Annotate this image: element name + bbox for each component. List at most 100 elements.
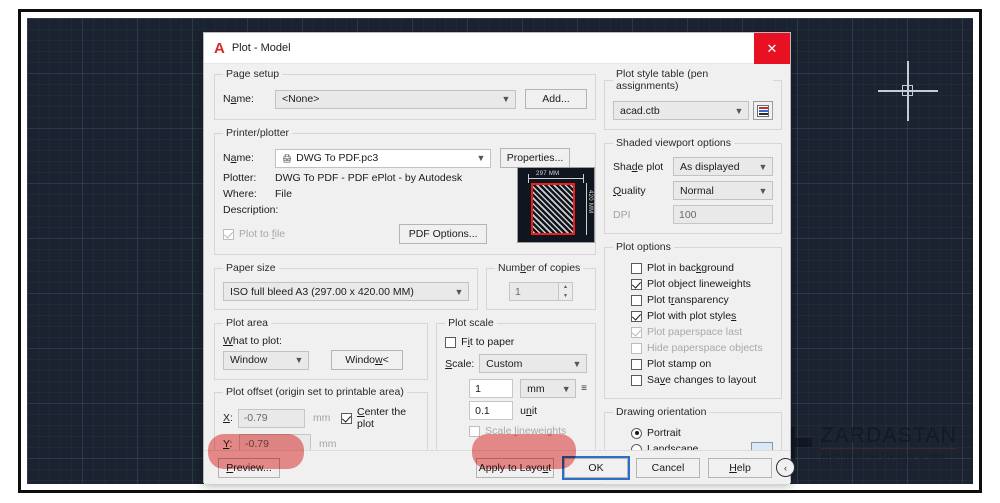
- plot-style-table-label: Plot style table (pen assignments): [613, 68, 773, 92]
- cancel-button[interactable]: Cancel: [636, 458, 700, 478]
- apply-to-layout-button[interactable]: Apply to Layout: [476, 458, 554, 478]
- paper-size-label: Paper size: [223, 262, 279, 274]
- dialog-title: Plot - Model: [232, 42, 291, 54]
- page-setup-label: Page setup: [223, 68, 282, 80]
- plot-option-plot-stamp-on[interactable]: Plot stamp on: [631, 358, 773, 370]
- pen-table-icon[interactable]: [753, 101, 773, 120]
- chevron-down-icon: ▼: [450, 287, 468, 297]
- quality-combo[interactable]: Normal ▼: [673, 181, 773, 200]
- scale-unit-label: unit: [520, 405, 537, 417]
- help-button[interactable]: Help: [708, 458, 772, 478]
- scale-denominator-value: 0.1: [475, 405, 490, 417]
- plot-offset-label: Plot offset (origin set to printable are…: [223, 386, 407, 398]
- fit-to-paper-checkbox[interactable]: Fit to paper: [445, 336, 587, 348]
- checkbox-box-icon: [631, 295, 642, 306]
- plot-option-save-changes-to-layout[interactable]: Save changes to layout: [631, 374, 773, 386]
- option-label: Plot object lineweights: [647, 278, 751, 290]
- window-pick-button[interactable]: Window<: [331, 350, 403, 370]
- checkbox-box-icon: [445, 337, 456, 348]
- plot-scale-group: Plot scale Fit to paper Scale: Custom ▼: [436, 317, 596, 463]
- preview-button[interactable]: Preview...: [218, 458, 280, 478]
- page-setup-name-combo[interactable]: <None> ▼: [275, 90, 516, 109]
- paper-size-combo[interactable]: ISO full bleed A3 (297.00 x 420.00 MM) ▼: [223, 282, 469, 301]
- shade-plot-label: Shade plot: [613, 161, 673, 173]
- drawing-orientation-label: Drawing orientation: [613, 406, 709, 418]
- spinner-up-icon[interactable]: ▲: [559, 283, 572, 292]
- offset-x-input[interactable]: -0.79: [238, 409, 305, 428]
- plot-option-plot-transparency[interactable]: Plot transparency: [631, 294, 773, 306]
- window-button-label: Window<: [345, 354, 389, 366]
- what-to-plot-value: Window: [230, 354, 267, 366]
- checkbox-box-icon: [631, 263, 642, 274]
- pdf-options-button[interactable]: PDF Options...: [399, 224, 487, 244]
- option-label: Save changes to layout: [647, 374, 756, 386]
- chevron-down-icon: ▼: [557, 384, 575, 394]
- checkbox-box-icon: [631, 359, 642, 370]
- scale-numerator-input[interactable]: 1: [469, 379, 513, 398]
- what-to-plot-label: What to plot:: [223, 335, 419, 347]
- shaded-viewport-group: Shaded viewport options Shade plot As di…: [604, 137, 782, 234]
- add-page-setup-button[interactable]: Add...: [525, 89, 587, 109]
- scale-combo[interactable]: Custom ▼: [479, 354, 587, 373]
- spinner-down-icon[interactable]: ▼: [559, 292, 572, 301]
- fit-to-paper-label: Fit to paper: [461, 336, 514, 348]
- copies-value: 1: [515, 286, 521, 298]
- plot-options-group: Plot options Plot in background Plot obj…: [604, 241, 782, 399]
- copies-input[interactable]: 1: [509, 282, 559, 301]
- option-label: Plot paperspace last: [647, 326, 742, 338]
- add-button-label: Add...: [542, 93, 569, 105]
- plot-style-value: acad.ctb: [620, 105, 660, 117]
- where-value: File: [275, 188, 292, 200]
- ok-button[interactable]: OK: [564, 458, 628, 478]
- properties-button-label: Properties...: [507, 152, 564, 164]
- properties-button[interactable]: Properties...: [500, 148, 570, 168]
- chevron-down-icon: ▼: [472, 153, 490, 163]
- scale-numerator-value: 1: [475, 383, 481, 395]
- scale-unit-combo[interactable]: mm ▼: [520, 379, 576, 398]
- paper-width-dimension: 297 MM: [536, 171, 559, 177]
- copies-spinner[interactable]: ▲ ▼: [559, 282, 573, 301]
- page-setup-name-label: Name:: [223, 93, 275, 105]
- option-label: Plot stamp on: [647, 358, 711, 370]
- chevron-left-icon: ‹: [784, 463, 787, 473]
- shade-plot-combo[interactable]: As displayed ▼: [673, 157, 773, 176]
- collapse-options-button[interactable]: ‹: [776, 458, 795, 477]
- orientation-portrait-radio[interactable]: Portrait: [631, 427, 773, 439]
- crosshair-cursor-icon: [878, 61, 938, 121]
- plot-option-plot-in-background[interactable]: Plot in background: [631, 262, 773, 274]
- chevron-down-icon: ▼: [754, 162, 772, 172]
- logo-divider: [821, 448, 957, 449]
- page-setup-group: Page setup Name: <None> ▼ Add...: [214, 68, 596, 120]
- printer-name-value: DWG To PDF.pc3: [296, 152, 378, 164]
- chevron-down-icon: ▼: [730, 106, 748, 116]
- copies-label: Number of copies: [495, 262, 583, 274]
- close-button[interactable]: ✕: [754, 33, 790, 64]
- scale-menu-icon[interactable]: ≡: [581, 383, 587, 394]
- copies-group: Number of copies 1 ▲ ▼: [486, 262, 596, 310]
- checkbox-box-icon: [631, 375, 642, 386]
- plot-style-table-group: Plot style table (pen assignments) acad.…: [604, 68, 782, 130]
- printer-icon: 🖨: [282, 154, 292, 163]
- plotter-value: DWG To PDF - PDF ePlot - by Autodesk: [275, 172, 462, 184]
- plot-option-plot-with-plot-styles[interactable]: Plot with plot styles: [631, 310, 773, 322]
- chevron-down-icon: ▼: [754, 186, 772, 196]
- plotter-label: Plotter:: [223, 172, 275, 184]
- scale-value: Custom: [486, 358, 522, 370]
- plot-to-file-checkbox[interactable]: Plot to file: [223, 228, 285, 240]
- center-plot-checkbox[interactable]: Center the plot: [341, 406, 419, 430]
- scale-unit-value: mm: [527, 383, 545, 395]
- checkbox-box-icon: [631, 327, 642, 338]
- shaded-viewport-label: Shaded viewport options: [613, 137, 734, 149]
- plot-option-plot-object-lineweights[interactable]: Plot object lineweights: [631, 278, 773, 290]
- printer-name-label: Name:: [223, 152, 275, 164]
- scale-lineweights-checkbox[interactable]: Scale lineweights: [445, 425, 587, 437]
- plot-style-combo[interactable]: acad.ctb ▼: [613, 101, 749, 120]
- what-to-plot-combo[interactable]: Window ▼: [223, 351, 309, 370]
- checkbox-box-icon: [631, 279, 642, 290]
- offset-x-label: X:: [223, 412, 238, 424]
- checkbox-box-icon: [631, 343, 642, 354]
- offset-y-value: -0.79: [245, 438, 269, 450]
- scale-denominator-input[interactable]: 0.1: [469, 401, 513, 420]
- quality-value: Normal: [680, 185, 714, 197]
- printer-name-combo[interactable]: 🖨 DWG To PDF.pc3 ▼: [275, 149, 491, 168]
